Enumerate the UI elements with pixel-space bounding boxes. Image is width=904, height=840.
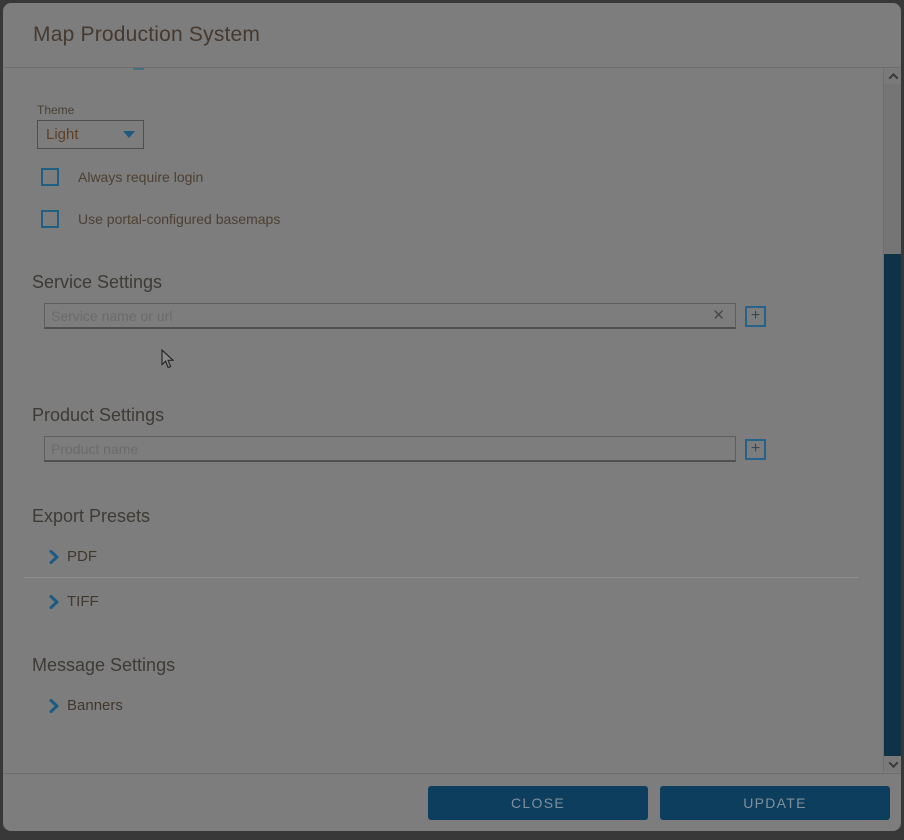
product-name-input[interactable]: [51, 438, 729, 460]
always-require-login-row: Always require login: [41, 168, 901, 186]
chevron-down-icon: [123, 131, 135, 138]
tree-item-label: PDF: [67, 548, 97, 565]
add-product-button[interactable]: +: [745, 439, 766, 460]
plus-icon: +: [751, 308, 760, 324]
scrollbar-track[interactable]: [883, 68, 901, 772]
export-preset-tiff-expander[interactable]: TIFF: [49, 593, 901, 610]
scroll-down-button[interactable]: [884, 756, 901, 772]
theme-select-value: Light: [46, 126, 123, 143]
tree-item-label: TIFF: [67, 593, 99, 610]
checkbox-label: Always require login: [78, 169, 203, 185]
portal-basemaps-checkbox[interactable]: [41, 210, 59, 228]
update-button[interactable]: UPDATE: [660, 786, 890, 820]
settings-dialog: Map Production System Theme Light Always…: [3, 3, 901, 831]
tree-item-label: Banners: [67, 697, 123, 714]
checkbox-label: Use portal-configured basemaps: [78, 211, 280, 227]
close-button[interactable]: CLOSE: [428, 786, 648, 820]
always-require-login-checkbox[interactable]: [41, 168, 59, 186]
product-settings-heading: Product Settings: [32, 405, 901, 426]
scroll-up-button[interactable]: [884, 68, 901, 84]
service-input-row: ✕ +: [44, 303, 901, 329]
dialog-footer: CLOSE UPDATE: [3, 773, 901, 831]
plus-icon: +: [751, 441, 760, 457]
add-service-button[interactable]: +: [745, 306, 766, 327]
service-name-input[interactable]: [51, 305, 708, 327]
chevron-up-icon: [888, 72, 898, 82]
chevron-right-icon: [49, 550, 59, 564]
export-preset-pdf-expander[interactable]: PDF: [49, 548, 901, 565]
dialog-scroll-area: Theme Light Always require login Use por…: [3, 68, 901, 772]
dialog-header: Map Production System: [3, 3, 901, 68]
product-input-wrapper: [44, 436, 736, 462]
message-settings-heading: Message Settings: [32, 655, 901, 676]
theme-label: Theme: [37, 103, 901, 117]
dialog-title: Map Production System: [33, 23, 260, 47]
clear-icon[interactable]: ✕: [708, 308, 729, 323]
chevron-right-icon: [49, 699, 59, 713]
partially-scrolled-element: [133, 68, 144, 70]
service-input-wrapper: ✕: [44, 303, 736, 329]
chevron-right-icon: [49, 595, 59, 609]
portal-basemaps-row: Use portal-configured basemaps: [41, 210, 901, 228]
product-input-row: +: [44, 436, 901, 462]
message-banners-expander[interactable]: Banners: [49, 697, 901, 714]
service-settings-heading: Service Settings: [32, 272, 901, 293]
scrollbar-thumb[interactable]: [884, 254, 901, 756]
theme-select[interactable]: Light: [37, 120, 144, 149]
chevron-down-icon: [888, 758, 898, 768]
export-presets-heading: Export Presets: [32, 506, 901, 527]
preset-divider: [24, 577, 859, 578]
